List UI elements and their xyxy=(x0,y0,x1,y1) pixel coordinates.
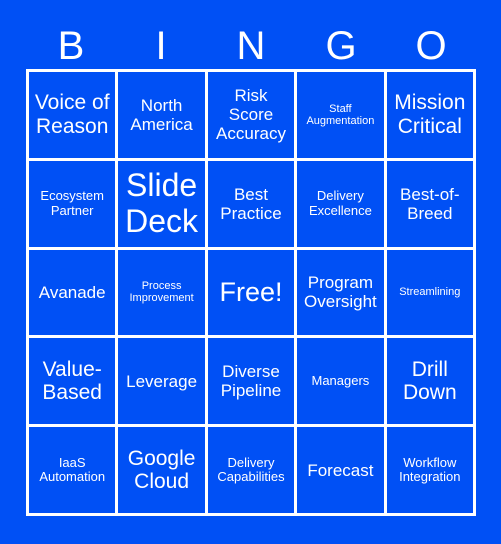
bingo-cell-label: Value-Based xyxy=(42,357,102,405)
bingo-cell-label: Managers xyxy=(311,373,370,389)
bingo-cell-label: Google Cloud xyxy=(127,446,196,494)
bingo-cell-label: Process Improvement xyxy=(129,280,194,305)
bingo-cell-r1-c5[interactable]: Mission Critical xyxy=(386,72,473,158)
bingo-cell-label: Diverse Pipeline xyxy=(220,362,282,401)
bingo-cell-r5-c3[interactable]: Delivery Capabilities xyxy=(207,427,295,513)
bingo-cell-label: Avanade xyxy=(38,282,106,302)
bingo-cell-label: Free! xyxy=(219,277,283,308)
bingo-header-letter-g: G xyxy=(325,23,357,68)
bingo-cell-label: Best-of-Breed xyxy=(400,184,460,223)
bingo-cell-label: Best Practice xyxy=(220,184,282,223)
bingo-card: B I N G O Voice of Reason North America Ri… xyxy=(0,0,501,544)
bingo-header-letter-n: N xyxy=(236,23,266,68)
bingo-cell-label: Delivery Capabilities xyxy=(217,454,285,485)
bingo-cell-r5-c4[interactable]: Forecast xyxy=(297,427,384,513)
bingo-cell-r3-c3[interactable]: Free! xyxy=(207,249,295,336)
bingo-cell-r3-c4[interactable]: Program Oversight xyxy=(297,249,384,336)
bingo-header: B I N G O xyxy=(26,22,476,69)
bingo-cell-label: Risk Score Accuracy xyxy=(216,86,286,144)
bingo-cell-r5-c5[interactable]: Workflow Integration xyxy=(386,427,473,513)
bingo-cell-r2-c5[interactable]: Best-of-Breed xyxy=(386,160,473,247)
bingo-cell-r4-c5[interactable]: Drill Down xyxy=(386,338,473,425)
bingo-header-letter-i: I xyxy=(155,23,167,68)
bingo-header-letter-b: B xyxy=(57,23,85,68)
bingo-cell-label: Drill Down xyxy=(402,357,457,405)
bingo-cell-label: Slide Deck xyxy=(125,166,199,239)
bingo-cell-r2-c3[interactable]: Best Practice xyxy=(207,160,295,247)
bingo-header-letter-o: O xyxy=(415,23,447,68)
bingo-cell-r4-c3[interactable]: Diverse Pipeline xyxy=(207,338,295,425)
bingo-cell-label: North America xyxy=(130,95,193,134)
bingo-cell-label: Ecosystem Partner xyxy=(40,188,104,218)
bingo-grid: Voice of Reason North America Risk Score A… xyxy=(26,69,476,516)
bingo-cell-r4-c4[interactable]: Managers xyxy=(297,338,384,425)
bingo-cell-r5-c2[interactable]: Google Cloud xyxy=(118,427,205,513)
bingo-cell-label: IaaS Automation xyxy=(39,454,106,485)
bingo-cell-label: Program Oversight xyxy=(304,273,377,312)
bingo-cell-r3-c1[interactable]: Avanade xyxy=(29,249,116,336)
bingo-cell-label: Forecast xyxy=(307,460,374,480)
bingo-cell-r3-c2[interactable]: Process Improvement xyxy=(118,249,205,336)
bingo-cell-label: Leverage xyxy=(126,371,198,391)
bingo-cell-r2-c4[interactable]: Delivery Excellence xyxy=(297,160,384,247)
bingo-cell-r1-c3[interactable]: Risk Score Accuracy xyxy=(207,72,295,158)
bingo-cell-r1-c4[interactable]: Staff Augmentation xyxy=(297,72,384,158)
bingo-cell-label: Staff Augmentation xyxy=(306,102,375,127)
bingo-cell-label: Workflow Integration xyxy=(399,454,461,485)
bingo-cell-r5-c1[interactable]: IaaS Automation xyxy=(29,427,116,513)
bingo-cell-label: Mission Critical xyxy=(394,91,466,138)
bingo-cell-label: Delivery Excellence xyxy=(308,188,372,218)
bingo-cell-r3-c5[interactable]: Streamlining xyxy=(386,249,473,336)
bingo-cell-r2-c2[interactable]: Slide Deck xyxy=(118,160,205,247)
bingo-cell-r4-c1[interactable]: Value-Based xyxy=(29,338,116,425)
bingo-cell-r4-c2[interactable]: Leverage xyxy=(118,338,205,425)
bingo-cell-r2-c1[interactable]: Ecosystem Partner xyxy=(29,160,116,247)
bingo-cell-r1-c2[interactable]: North America xyxy=(118,72,205,158)
bingo-cell-label: Voice of Reason xyxy=(34,91,110,138)
bingo-cell-r1-c1[interactable]: Voice of Reason xyxy=(29,72,116,158)
bingo-cell-label: Streamlining xyxy=(399,286,461,299)
